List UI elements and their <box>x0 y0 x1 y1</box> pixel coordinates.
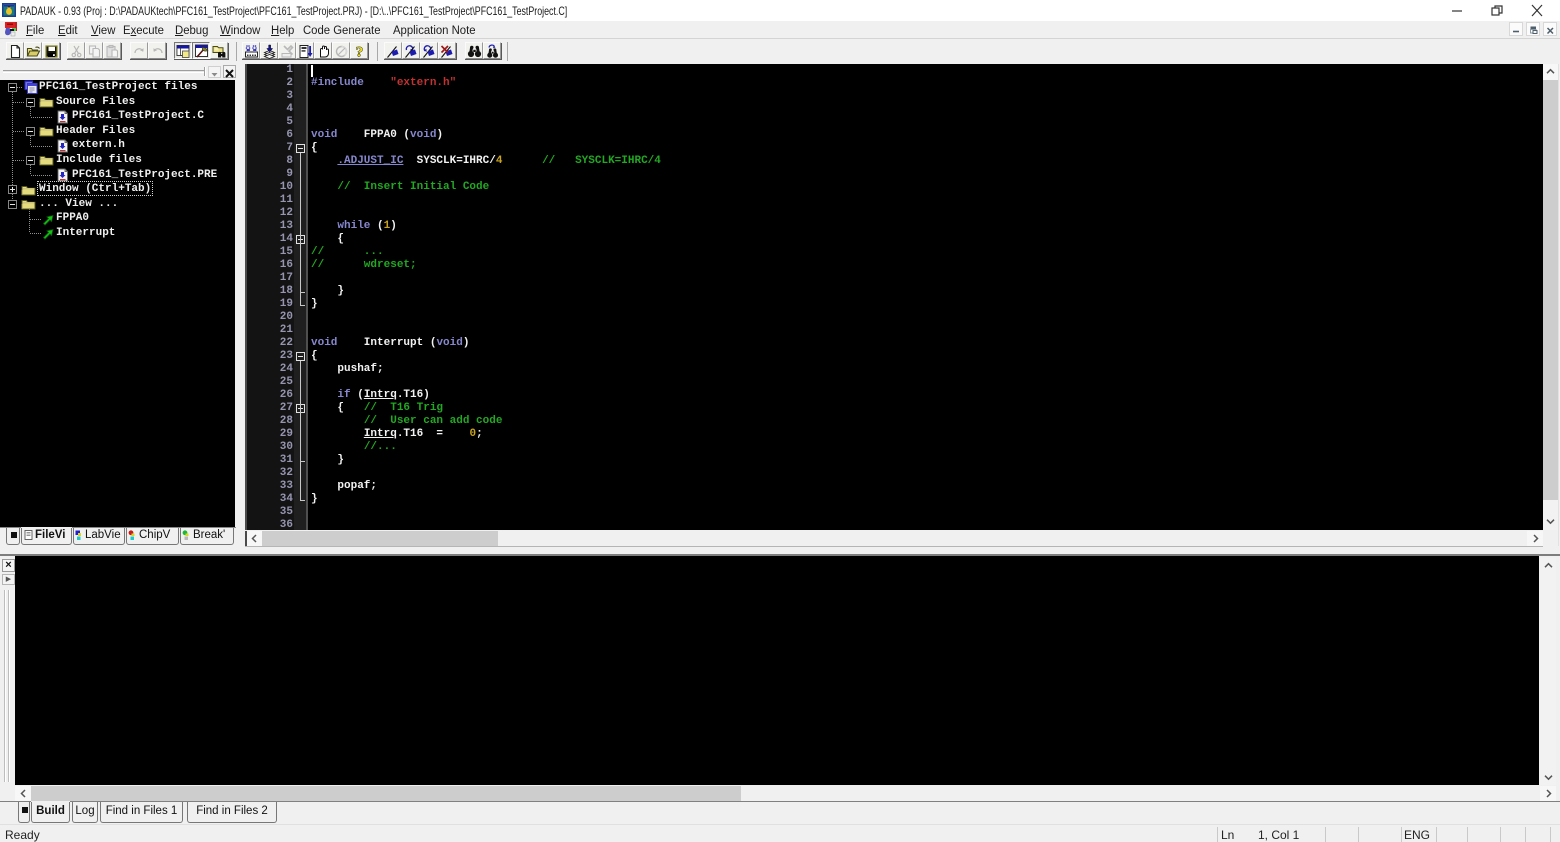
svg-text:?: ? <box>356 45 364 60</box>
